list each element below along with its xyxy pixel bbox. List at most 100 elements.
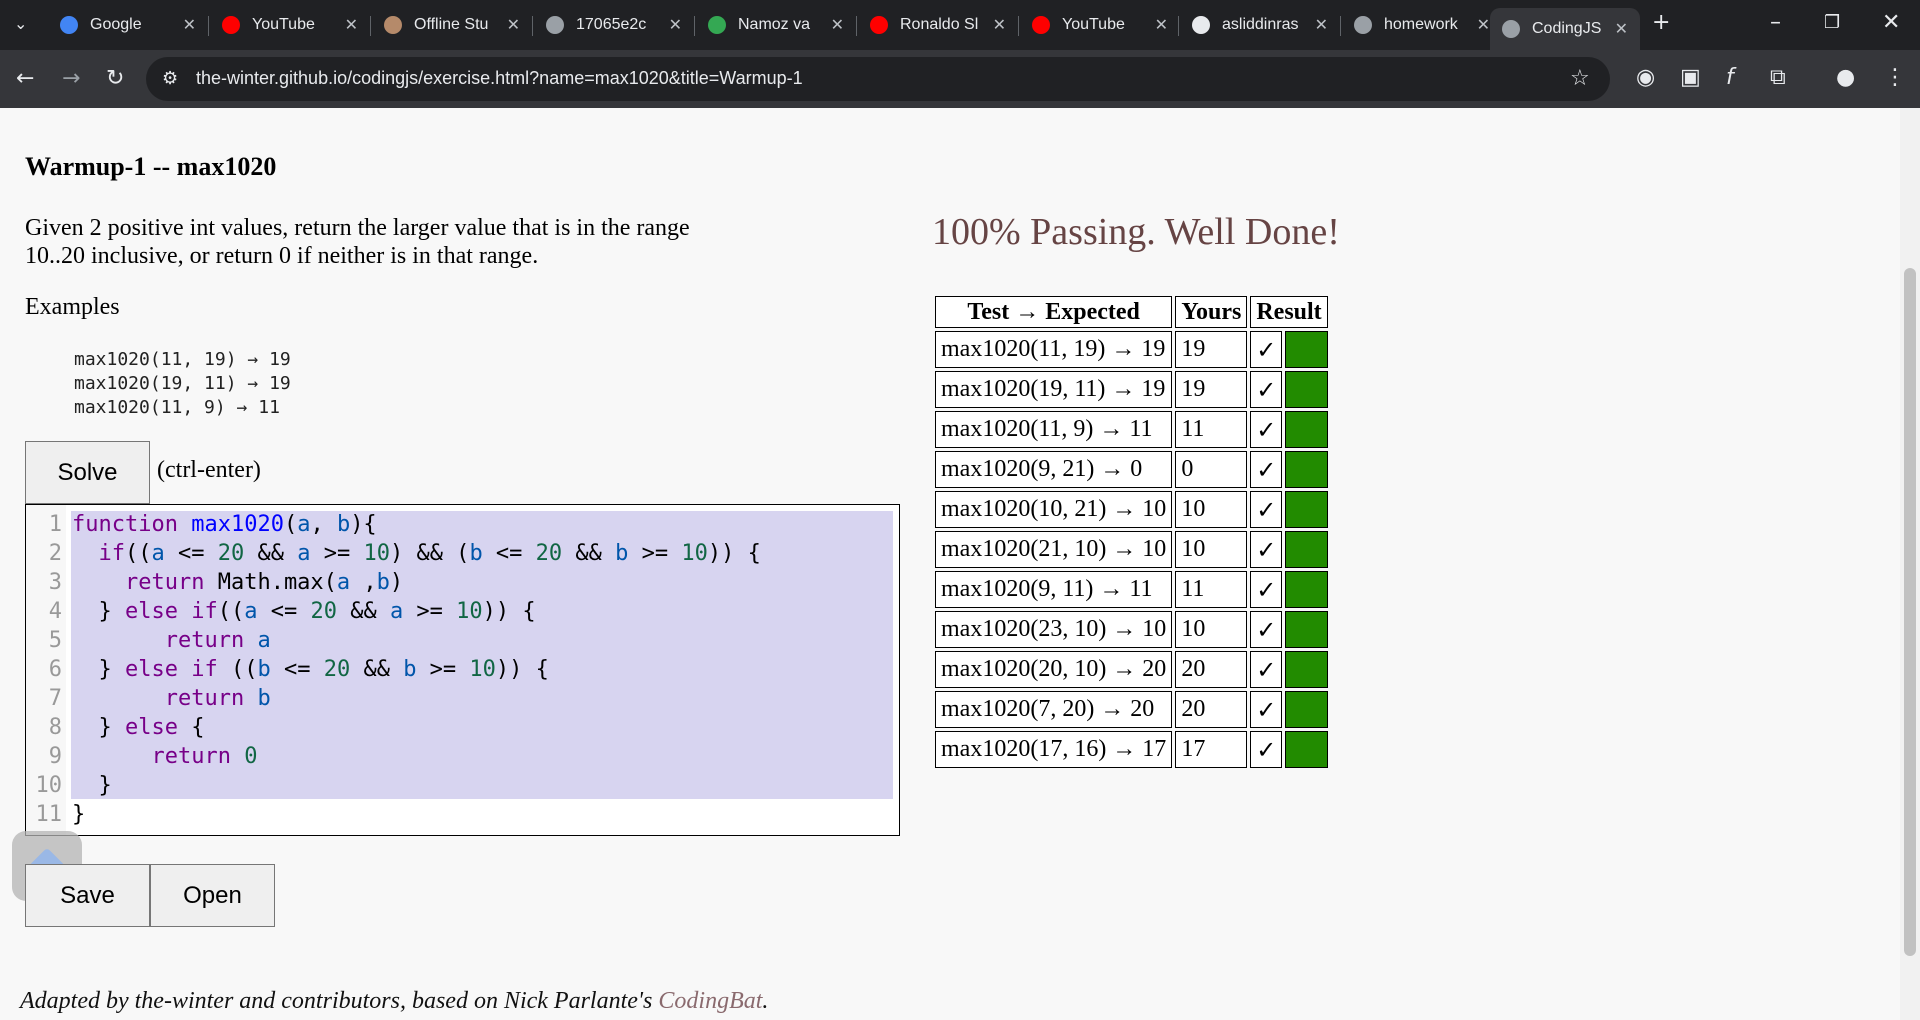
test-cell: max1020(21, 10) → 10 bbox=[935, 531, 1173, 568]
browser-tab[interactable]: YouTube ✕ bbox=[1020, 8, 1180, 42]
tab-close-icon[interactable]: ✕ bbox=[507, 15, 520, 35]
yours-cell: 17 bbox=[1175, 731, 1248, 768]
close-window-icon[interactable]: ✕ bbox=[1882, 12, 1900, 34]
translate-icon[interactable]: ▣ bbox=[1680, 67, 1701, 89]
browser-tab[interactable]: YouTube ✕ bbox=[210, 8, 370, 42]
restore-icon[interactable]: ❐ bbox=[1824, 12, 1840, 34]
reload-icon[interactable]: ↻ bbox=[106, 68, 124, 90]
pass-check-icon: ✓ bbox=[1250, 491, 1283, 528]
examples-list: max1020(11, 19) → 19 max1020(19, 11) → 1… bbox=[74, 348, 291, 420]
tab-close-icon[interactable]: ✕ bbox=[669, 15, 682, 35]
tab-separator bbox=[694, 16, 695, 36]
tab-close-icon[interactable]: ✕ bbox=[1315, 15, 1328, 35]
browser-tab[interactable]: CodingJS ✕ bbox=[1490, 8, 1640, 50]
test-cell: max1020(23, 10) → 10 bbox=[935, 611, 1173, 648]
browser-tab[interactable]: Namoz va ✕ bbox=[696, 8, 856, 42]
yours-cell: 11 bbox=[1175, 411, 1248, 448]
yours-cell: 20 bbox=[1175, 691, 1248, 728]
tab-separator bbox=[1340, 16, 1341, 36]
tab-label: homework bbox=[1384, 16, 1458, 33]
codingbat-link[interactable]: CodingBat bbox=[658, 988, 762, 1014]
url-text: the-winter.github.io/codingjs/exercise.h… bbox=[196, 68, 803, 88]
yours-cell: 10 bbox=[1175, 531, 1248, 568]
solve-button[interactable]: Solve bbox=[25, 441, 150, 504]
minimize-icon[interactable]: – bbox=[1770, 12, 1781, 34]
code-line: if((a <= 20 && a >= 10) && (b <= 20 && b… bbox=[98, 541, 761, 566]
code-line: return Math.max(a ,b) bbox=[124, 570, 404, 595]
extension-circle-icon[interactable]: ◉ bbox=[1636, 67, 1655, 89]
new-tab-icon[interactable]: + bbox=[1652, 12, 1670, 34]
code-line: } bbox=[72, 802, 86, 827]
pass-check-icon: ✓ bbox=[1250, 451, 1283, 488]
result-row: max1020(17, 16) → 17 17 ✓ bbox=[935, 731, 1328, 768]
address-bar[interactable]: ⚙ the-winter.github.io/codingjs/exercise… bbox=[146, 57, 1610, 101]
tab-label: Google bbox=[90, 16, 142, 33]
pass-indicator bbox=[1285, 531, 1328, 568]
code-line: function max1020(a, b){ bbox=[72, 512, 377, 537]
browser-tab[interactable]: Offline Stu ✕ bbox=[372, 8, 532, 42]
site-info-icon[interactable]: ⚙ bbox=[162, 68, 178, 90]
passing-status: 100% Passing. Well Done! bbox=[932, 211, 1340, 253]
exercise-description: Given 2 positive int values, return the … bbox=[25, 215, 690, 269]
footer-text: Adapted by the-winter and contributors, … bbox=[20, 988, 659, 1014]
line-number: 9 bbox=[48, 744, 62, 769]
pass-check-icon: ✓ bbox=[1250, 691, 1283, 728]
code-editor[interactable]: 1 function max1020(a, b){ 2 if((a <= 20 &… bbox=[25, 504, 900, 836]
tab-label: Namoz va bbox=[738, 16, 811, 33]
tab-close-icon[interactable]: ✕ bbox=[993, 15, 1006, 35]
forward-icon[interactable]: → bbox=[62, 68, 80, 90]
pass-indicator bbox=[1285, 651, 1328, 688]
browser-tab[interactable]: 17065e2c ✕ bbox=[534, 8, 694, 42]
test-cell: max1020(11, 9) → 11 bbox=[935, 411, 1173, 448]
browser-tab[interactable]: Ronaldo Sl ✕ bbox=[858, 8, 1018, 42]
example-item: max1020(19, 11) → 19 bbox=[74, 373, 291, 394]
browser-toolbar: ← → ↻ ⚙ the-winter.github.io/codingjs/ex… bbox=[0, 50, 1920, 108]
line-number: 7 bbox=[48, 686, 62, 711]
tab-label: Ronaldo Sl bbox=[900, 16, 979, 33]
yours-cell: 0 bbox=[1175, 451, 1248, 488]
header-test: Test → Expected bbox=[935, 296, 1173, 328]
header-yours: Yours bbox=[1175, 296, 1248, 328]
page-content: Warmup-1 -- max1020 Given 2 positive int… bbox=[0, 108, 1900, 1020]
tab-close-icon[interactable]: ✕ bbox=[183, 15, 196, 35]
open-button[interactable]: Open bbox=[150, 864, 275, 927]
code-line: return 0 bbox=[151, 744, 258, 769]
footer-end: . bbox=[762, 988, 769, 1014]
yours-cell: 19 bbox=[1175, 331, 1248, 368]
google-icon bbox=[60, 16, 78, 34]
browser-tab[interactable]: asliddinras ✕ bbox=[1180, 8, 1340, 42]
browser-tab[interactable]: Google ✕ bbox=[48, 8, 208, 42]
formula-extension-icon[interactable]: f bbox=[1726, 67, 1734, 89]
browser-tab[interactable]: homework ✕ bbox=[1342, 8, 1502, 42]
results-header-row: Test → Expected Yours Result bbox=[935, 296, 1328, 328]
footer-credit: Adapted by the-winter and contributors, … bbox=[20, 988, 768, 1015]
tab-close-icon[interactable]: ✕ bbox=[831, 15, 844, 35]
tab-close-icon[interactable]: ✕ bbox=[1477, 15, 1490, 35]
tab-separator bbox=[856, 16, 857, 36]
example-item: max1020(11, 9) → 11 bbox=[74, 397, 280, 418]
save-button[interactable]: Save bbox=[25, 864, 150, 927]
tab-close-icon[interactable]: ✕ bbox=[1155, 15, 1168, 35]
pass-check-icon: ✓ bbox=[1250, 531, 1283, 568]
globe-icon bbox=[546, 16, 564, 34]
globe-icon bbox=[1502, 20, 1520, 38]
line-number: 6 bbox=[48, 657, 62, 682]
result-row: max1020(21, 10) → 10 10 ✓ bbox=[935, 531, 1328, 568]
test-cell: max1020(20, 10) → 20 bbox=[935, 651, 1173, 688]
tab-search-icon[interactable]: ⌄ bbox=[14, 13, 27, 35]
scrollbar-thumb[interactable] bbox=[1904, 268, 1916, 956]
tab-close-icon[interactable]: ✕ bbox=[345, 15, 358, 35]
profile-avatar-icon[interactable]: ● bbox=[1836, 67, 1855, 89]
youtube-icon bbox=[222, 16, 240, 34]
extensions-puzzle-icon[interactable]: ⧉ bbox=[1770, 67, 1786, 89]
line-number: 4 bbox=[48, 599, 62, 624]
bookmark-star-icon[interactable]: ☆ bbox=[1570, 68, 1590, 90]
tab-close-icon[interactable]: ✕ bbox=[1615, 19, 1628, 39]
pass-check-icon: ✓ bbox=[1250, 331, 1283, 368]
example-item: max1020(11, 19) → 19 bbox=[74, 349, 291, 370]
youtube-icon bbox=[1032, 16, 1050, 34]
back-icon[interactable]: ← bbox=[16, 68, 34, 90]
code-line: return a bbox=[164, 628, 271, 653]
menu-kebab-icon[interactable]: ⋮ bbox=[1884, 67, 1906, 89]
globe-icon bbox=[1354, 16, 1372, 34]
